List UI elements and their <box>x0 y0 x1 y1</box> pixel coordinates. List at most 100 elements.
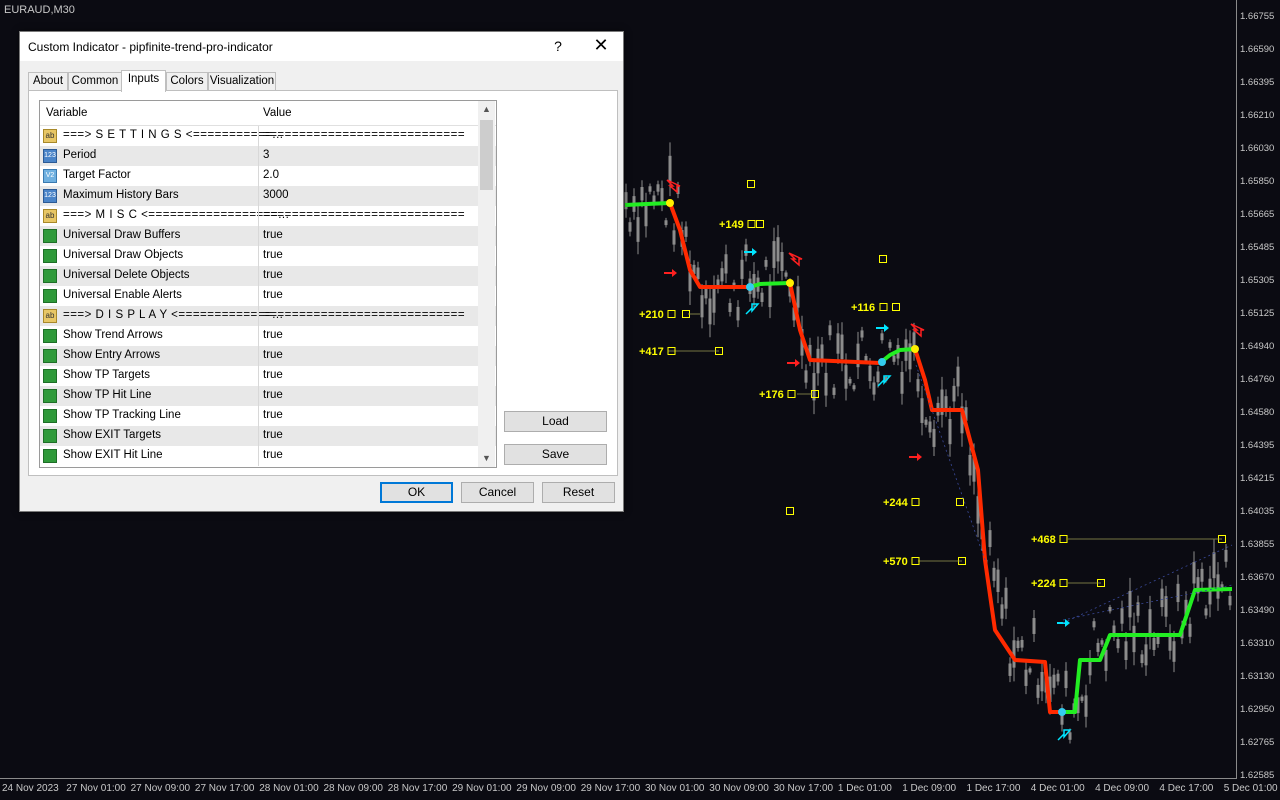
variable-value[interactable]: true <box>263 349 283 361</box>
price-tick-label: 1.64035 <box>1240 506 1275 517</box>
column-divider <box>258 446 259 466</box>
table-row[interactable]: 123 Period 3 <box>40 146 496 166</box>
table-row[interactable]: ab ===> M I S C <==================... ===… <box>40 206 496 226</box>
candle-body <box>1004 587 1008 609</box>
variable-value[interactable]: true <box>263 289 283 301</box>
close-icon[interactable]: ✕ <box>592 35 610 56</box>
scroll-thumb[interactable] <box>480 120 493 190</box>
table-row[interactable]: 123 Maximum History Bars 3000 <box>40 186 496 206</box>
tp-target-icon <box>756 220 764 228</box>
tp-target-icon <box>956 498 964 506</box>
dialog-titlebar[interactable]: Custom Indicator - pipfinite-trend-pro-i… <box>20 32 623 61</box>
tab-common[interactable]: Common <box>68 72 122 91</box>
candle-body <box>892 355 896 362</box>
time-tick-label: 4 Dec 09:00 <box>1095 783 1150 794</box>
candle-body <box>1016 640 1020 649</box>
candle-body <box>820 344 824 360</box>
table-row[interactable]: Show TP Hit Line true <box>40 386 496 406</box>
candle-body <box>828 325 832 336</box>
candle-body <box>1212 552 1216 579</box>
table-row[interactable]: Universal Enable Alerts true <box>40 286 496 306</box>
table-scrollbar[interactable]: ▲ ▼ <box>478 101 495 467</box>
save-button[interactable]: Save <box>504 444 607 465</box>
variable-value[interactable]: true <box>263 389 283 401</box>
table-body: ab ===> S E T T I N G S <===========... ==… <box>40 126 496 466</box>
table-row[interactable]: Universal Draw Objects true <box>40 246 496 266</box>
variable-value[interactable]: true <box>263 429 283 441</box>
column-header-variable[interactable]: Variable <box>46 107 87 119</box>
table-row[interactable]: Universal Delete Objects true <box>40 266 496 286</box>
variable-value[interactable]: true <box>263 329 283 341</box>
variable-value[interactable]: true <box>263 249 283 261</box>
candle-body <box>1152 637 1156 650</box>
candle-body <box>736 306 740 321</box>
table-row[interactable]: Show Trend Arrows true <box>40 326 496 346</box>
variable-name: ===> S E T T I N G S <===========... <box>63 129 284 141</box>
variable-value[interactable]: 3000 <box>263 189 289 201</box>
time-tick-label: 28 Nov 09:00 <box>323 783 384 794</box>
candle-body <box>772 241 776 268</box>
variable-value[interactable]: ============================ <box>263 209 465 221</box>
table-row[interactable]: Universal Draw Buffers true <box>40 226 496 246</box>
price-tick-label: 1.66030 <box>1240 143 1275 154</box>
table-row[interactable]: Show TP Targets true <box>40 366 496 386</box>
variable-name: Universal Draw Buffers <box>63 229 181 241</box>
candle-body <box>656 184 660 192</box>
tp-target-icon <box>786 507 794 515</box>
variable-value[interactable]: ============================ <box>263 129 465 141</box>
candle-body <box>648 186 652 192</box>
candle-body <box>1148 609 1152 636</box>
integer-icon: 123 <box>43 189 57 203</box>
entry-sell-arrow-icon <box>795 359 800 367</box>
table-row[interactable]: ab ===> S E T T I N G S <===========... ==… <box>40 126 496 146</box>
column-header-value[interactable]: Value <box>263 107 292 119</box>
variable-value[interactable]: true <box>263 449 283 461</box>
table-row[interactable]: Show EXIT Hit Line true <box>40 446 496 466</box>
tab-visualization[interactable]: Visualization <box>208 72 276 91</box>
tp-profit-label: +176 <box>759 389 784 401</box>
variable-value[interactable]: ============================ <box>263 309 465 321</box>
tab-colors[interactable]: Colors <box>166 72 208 91</box>
table-row[interactable]: Show TP Tracking Line true <box>40 406 496 426</box>
tp-target-icon <box>747 220 756 228</box>
help-button[interactable]: ? <box>550 38 566 54</box>
scroll-down-icon[interactable]: ▼ <box>478 450 495 467</box>
variable-value[interactable]: 2.0 <box>263 169 279 181</box>
variable-name: Target Factor <box>63 169 131 181</box>
variable-name: Show EXIT Targets <box>63 429 162 441</box>
ok-button[interactable]: OK <box>380 482 453 503</box>
custom-indicator-dialog: Custom Indicator - pipfinite-trend-pro-i… <box>19 31 624 512</box>
trend-up-arrow-icon <box>745 303 760 315</box>
variable-value[interactable]: true <box>263 229 283 241</box>
variable-name: Show Trend Arrows <box>63 329 163 341</box>
boolean-icon <box>43 389 57 403</box>
table-row[interactable]: Show Entry Arrows true <box>40 346 496 366</box>
cancel-button[interactable]: Cancel <box>461 482 534 503</box>
variable-value[interactable]: 3 <box>263 149 269 161</box>
scroll-up-icon[interactable]: ▲ <box>478 101 495 118</box>
candle-body <box>812 373 816 401</box>
variable-value[interactable]: true <box>263 269 283 281</box>
candle-body <box>708 298 712 325</box>
time-tick-label: 29 Nov 01:00 <box>452 783 512 794</box>
time-tick-label: 1 Dec 09:00 <box>902 783 957 794</box>
tab-inputs[interactable]: Inputs <box>121 70 166 92</box>
variable-name: ===> M I S C <==================... <box>63 209 290 221</box>
price-tick-label: 1.65850 <box>1240 176 1275 187</box>
table-row[interactable]: V2 Target Factor 2.0 <box>40 166 496 186</box>
variable-value[interactable]: true <box>263 369 283 381</box>
tab-about[interactable]: About <box>28 72 68 91</box>
variable-name: Show EXIT Hit Line <box>63 449 163 461</box>
candle-body <box>628 222 632 232</box>
variable-value[interactable]: true <box>263 409 283 421</box>
load-button[interactable]: Load <box>504 411 607 432</box>
reset-button[interactable]: Reset <box>542 482 615 503</box>
boolean-icon <box>43 409 57 423</box>
boolean-icon <box>43 429 57 443</box>
table-row[interactable]: Show EXIT Targets true <box>40 426 496 446</box>
candle-body <box>900 372 904 394</box>
column-divider <box>258 166 259 186</box>
column-divider <box>258 146 259 166</box>
candle-body <box>924 419 928 425</box>
table-row[interactable]: ab ===> D I S P L A Y <=============... ==… <box>40 306 496 326</box>
